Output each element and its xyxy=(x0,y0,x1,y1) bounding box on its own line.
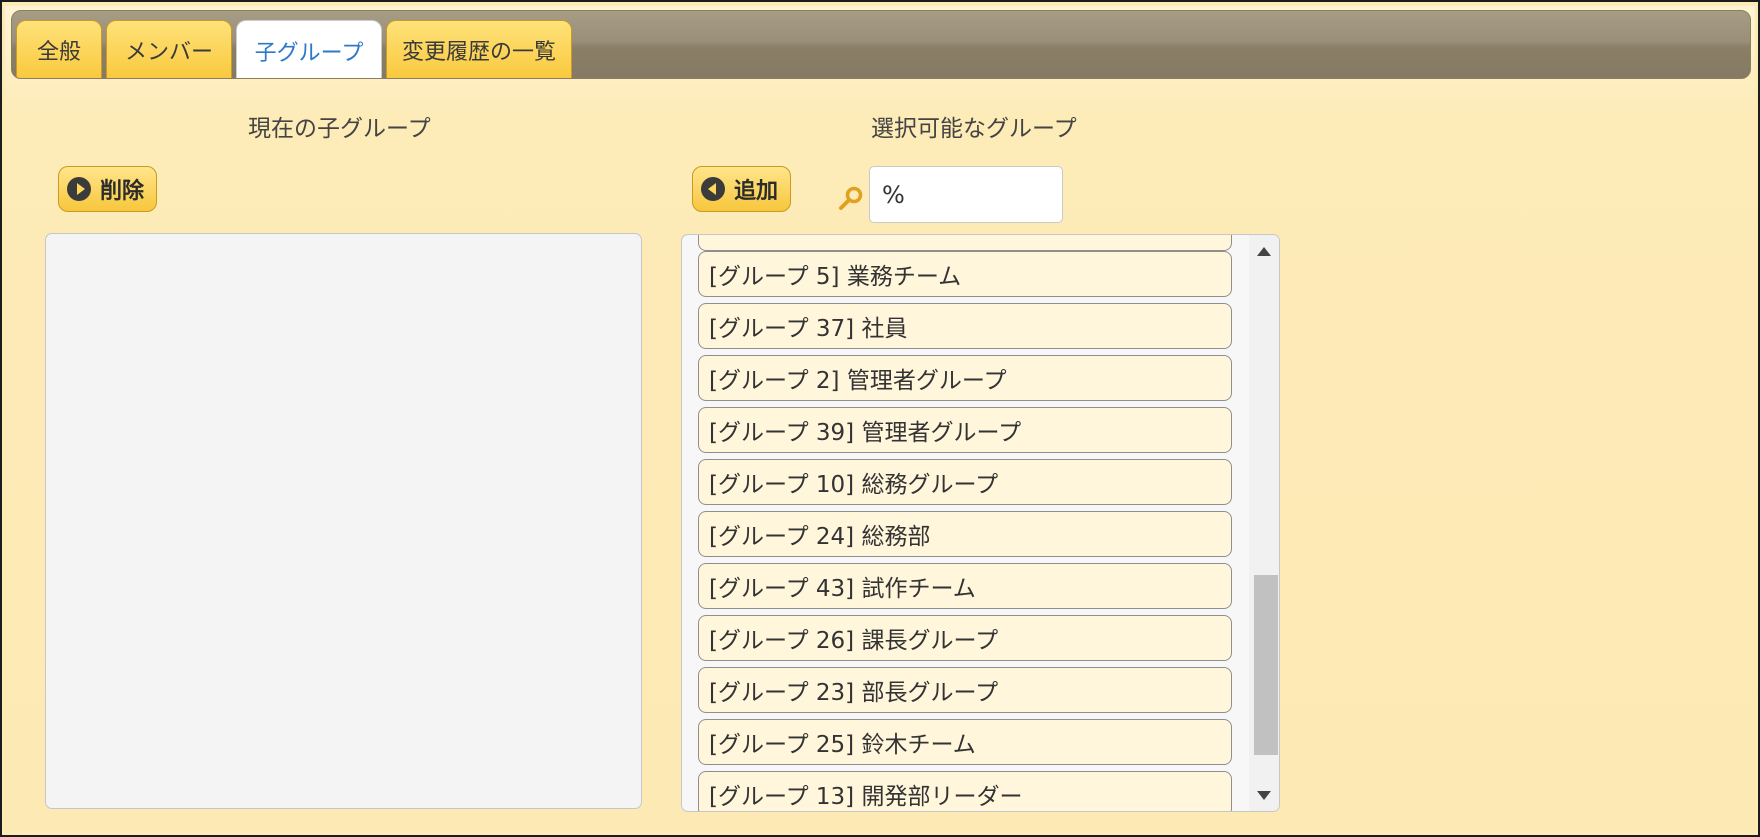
list-item[interactable]: [グループ 24] 総務部 xyxy=(698,511,1232,557)
play-left-icon xyxy=(701,177,725,201)
current-child-groups-list[interactable] xyxy=(45,233,642,809)
add-button[interactable]: 追加 xyxy=(692,166,791,212)
list-item[interactable]: [グループ 25] 鈴木チーム xyxy=(698,719,1232,765)
tab-members[interactable]: メンバー xyxy=(106,20,232,78)
available-groups-list[interactable]: [グループ 5] 業務チーム [グループ 37] 社員 [グループ 2] 管理者グル… xyxy=(681,234,1280,812)
content-area: 全般 メンバー 子グループ 変更履歴の一覧 現在の子グループ 選択可能なグループ… xyxy=(5,6,1755,832)
list-item[interactable]: [グループ 23] 部長グループ xyxy=(698,667,1232,713)
list-item[interactable]: [グループ 43] 試作チーム xyxy=(698,563,1232,609)
add-button-label: 追加 xyxy=(734,179,779,204)
current-child-groups-title: 現在の子グループ xyxy=(248,116,431,142)
list-item[interactable]: [グループ 39] 管理者グループ xyxy=(698,407,1232,453)
play-right-icon xyxy=(67,177,91,201)
scroll-up-arrow-icon[interactable] xyxy=(1257,247,1271,256)
scroll-down-arrow-icon[interactable] xyxy=(1257,791,1271,800)
list-item-partial[interactable] xyxy=(698,235,1232,251)
app-frame: 全般 メンバー 子グループ 変更履歴の一覧 現在の子グループ 選択可能なグループ… xyxy=(0,0,1760,837)
list-item[interactable]: [グループ 5] 業務チーム xyxy=(698,251,1232,297)
list-item[interactable]: [グループ 2] 管理者グループ xyxy=(698,355,1232,401)
search-icon xyxy=(839,186,863,210)
list-item[interactable]: [グループ 10] 総務グループ xyxy=(698,459,1232,505)
list-item[interactable]: [グループ 37] 社員 xyxy=(698,303,1232,349)
scrollbar[interactable] xyxy=(1249,235,1279,811)
tab-bar: 全般 メンバー 子グループ 変更履歴の一覧 xyxy=(11,10,1751,79)
tab-general[interactable]: 全般 xyxy=(16,20,102,78)
list-item[interactable]: [グループ 13] 開発部リーダー xyxy=(698,771,1232,811)
tab-change-history[interactable]: 変更履歴の一覧 xyxy=(386,20,572,78)
available-groups-title: 選択可能なグループ xyxy=(871,116,1077,142)
list-item[interactable]: [グループ 26] 課長グループ xyxy=(698,615,1232,661)
tab-child-groups[interactable]: 子グループ xyxy=(236,20,382,78)
scrollbar-thumb[interactable] xyxy=(1254,575,1278,755)
remove-button-label: 削除 xyxy=(100,179,145,204)
search-input[interactable] xyxy=(869,166,1063,223)
remove-button[interactable]: 削除 xyxy=(58,166,157,212)
